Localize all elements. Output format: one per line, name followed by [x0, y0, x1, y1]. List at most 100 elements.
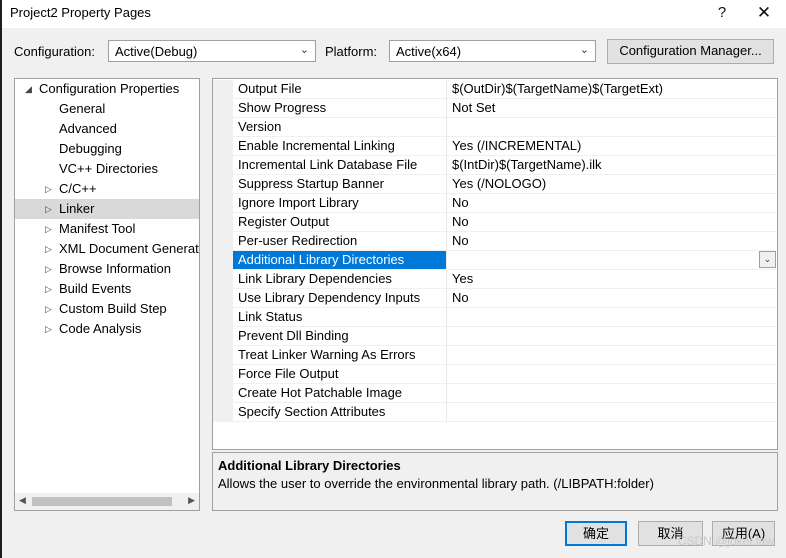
expanded-triangle-icon[interactable]: ◢	[25, 79, 37, 99]
property-name[interactable]: Link Status	[233, 308, 447, 326]
title-bar: Project2 Property Pages ? ✕	[2, 0, 786, 28]
property-row[interactable]: Additional Library Directories ⌄	[213, 251, 777, 270]
property-value[interactable]	[448, 118, 777, 136]
property-name[interactable]: Use Library Dependency Inputs	[233, 289, 447, 307]
property-value[interactable]: $(IntDir)$(TargetName).ilk	[448, 156, 777, 174]
property-value[interactable]	[448, 384, 777, 402]
tree-item-label: Code Analysis	[59, 321, 142, 336]
property-name[interactable]: Per-user Redirection	[233, 232, 447, 250]
property-value[interactable]	[448, 403, 777, 421]
property-grid: Output File $(OutDir)$(TargetName)$(Targe…	[212, 78, 778, 450]
property-name[interactable]: Register Output	[233, 213, 447, 231]
tree-item-label: Advanced	[59, 121, 117, 136]
scroll-left-icon[interactable]: ◀	[19, 495, 26, 506]
property-name[interactable]: Create Hot Patchable Image	[233, 384, 447, 402]
property-name[interactable]: Enable Incremental Linking	[233, 137, 447, 155]
ok-button[interactable]: 确定	[565, 521, 627, 546]
collapsed-triangle-icon[interactable]: ▷	[45, 299, 57, 319]
property-value[interactable]	[448, 365, 777, 383]
scroll-right-icon[interactable]: ▶	[188, 495, 195, 506]
row-margin	[213, 137, 233, 156]
property-value[interactable]: No	[448, 194, 777, 212]
platform-label: Platform:	[325, 44, 378, 59]
property-row[interactable]: Output File $(OutDir)$(TargetName)$(Targe…	[213, 80, 777, 99]
description-text: Allows the user to override the environm…	[218, 476, 654, 491]
property-value[interactable]	[448, 327, 777, 345]
tree-item-label: Browse Information	[59, 261, 171, 276]
row-margin	[213, 308, 233, 327]
property-row[interactable]: Force File Output	[213, 365, 777, 384]
property-row[interactable]: Version	[213, 118, 777, 137]
tree-item-linker[interactable]: ▷ Linker	[15, 199, 199, 219]
property-row[interactable]: Register Output No	[213, 213, 777, 232]
property-value[interactable]: Yes (/INCREMENTAL)	[448, 137, 777, 155]
property-name[interactable]: Additional Library Directories	[233, 251, 447, 269]
row-margin	[213, 327, 233, 346]
property-name[interactable]: Treat Linker Warning As Errors	[233, 346, 447, 364]
property-name[interactable]: Show Progress	[233, 99, 447, 117]
row-margin	[213, 251, 233, 270]
tree-item-label: Debugging	[59, 141, 122, 156]
chevron-down-icon: ⌄	[579, 44, 589, 56]
scrollbar-thumb[interactable]	[32, 497, 172, 506]
description-panel: Additional Library Directories Allows th…	[212, 452, 778, 511]
tree-item-label: Manifest Tool	[59, 221, 136, 236]
property-row[interactable]: Create Hot Patchable Image	[213, 384, 777, 403]
property-value[interactable]	[448, 346, 777, 364]
tree-item-label: Build Events	[59, 281, 132, 296]
collapsed-triangle-icon[interactable]: ▷	[45, 319, 57, 339]
tree-item-label: Linker	[59, 201, 95, 216]
property-value[interactable]: No	[448, 232, 777, 250]
property-row[interactable]: Prevent Dll Binding	[213, 327, 777, 346]
property-value[interactable]: $(OutDir)$(TargetName)$(TargetExt)	[448, 80, 777, 98]
collapsed-triangle-icon[interactable]: ▷	[45, 239, 57, 259]
property-row[interactable]: Enable Incremental Linking Yes (/INCREMEN…	[213, 137, 777, 156]
platform-value: Active(x64)	[396, 44, 462, 59]
property-row[interactable]: Per-user Redirection No	[213, 232, 777, 251]
property-value[interactable]	[448, 308, 777, 326]
property-row[interactable]: Incremental Link Database File $(IntDir)$…	[213, 156, 777, 175]
chevron-down-icon[interactable]: ⌄	[759, 251, 776, 268]
tree-item-label: Custom Build Step	[59, 301, 167, 316]
property-name[interactable]: Ignore Import Library	[233, 194, 447, 212]
property-row[interactable]: Link Status	[213, 308, 777, 327]
collapsed-triangle-icon[interactable]: ▷	[45, 219, 57, 239]
property-name[interactable]: Suppress Startup Banner	[233, 175, 447, 193]
row-margin	[213, 289, 233, 308]
property-name[interactable]: Specify Section Attributes	[233, 403, 447, 421]
property-row[interactable]: Suppress Startup Banner Yes (/NOLOGO)	[213, 175, 777, 194]
collapsed-triangle-icon[interactable]: ▷	[45, 259, 57, 279]
help-icon[interactable]: ?	[702, 0, 742, 28]
close-icon[interactable]: ✕	[744, 0, 784, 28]
property-row[interactable]: Specify Section Attributes	[213, 403, 777, 422]
row-margin	[213, 232, 233, 251]
property-value[interactable]	[448, 251, 777, 269]
configuration-manager-button[interactable]: Configuration Manager...	[607, 39, 774, 64]
property-name[interactable]: Version	[233, 118, 447, 136]
property-name[interactable]: Force File Output	[233, 365, 447, 383]
row-margin	[213, 156, 233, 175]
row-margin	[213, 99, 233, 118]
property-value[interactable]: Not Set	[448, 99, 777, 117]
property-value[interactable]: Yes	[448, 270, 777, 288]
property-name[interactable]: Output File	[233, 80, 447, 98]
property-value[interactable]: No	[448, 213, 777, 231]
collapsed-triangle-icon[interactable]: ▷	[45, 199, 57, 219]
property-name[interactable]: Link Library Dependencies	[233, 270, 447, 288]
collapsed-triangle-icon[interactable]: ▷	[45, 179, 57, 199]
property-row[interactable]: Use Library Dependency Inputs No	[213, 289, 777, 308]
configuration-dropdown[interactable]: Active(Debug) ⌄	[108, 40, 316, 62]
tree-item-label: General	[59, 101, 106, 116]
property-name[interactable]: Incremental Link Database File	[233, 156, 447, 174]
collapsed-triangle-icon[interactable]: ▷	[45, 279, 57, 299]
property-name[interactable]: Prevent Dll Binding	[233, 327, 447, 345]
platform-dropdown[interactable]: Active(x64) ⌄	[389, 40, 596, 62]
row-margin	[213, 384, 233, 403]
property-row[interactable]: Ignore Import Library No	[213, 194, 777, 213]
property-row[interactable]: Treat Linker Warning As Errors	[213, 346, 777, 365]
tree-horizontal-scrollbar[interactable]: ◀ ▶	[15, 493, 199, 510]
property-row[interactable]: Show Progress Not Set	[213, 99, 777, 118]
property-value[interactable]: No	[448, 289, 777, 307]
property-value[interactable]: Yes (/NOLOGO)	[448, 175, 777, 193]
property-row[interactable]: Link Library Dependencies Yes	[213, 270, 777, 289]
